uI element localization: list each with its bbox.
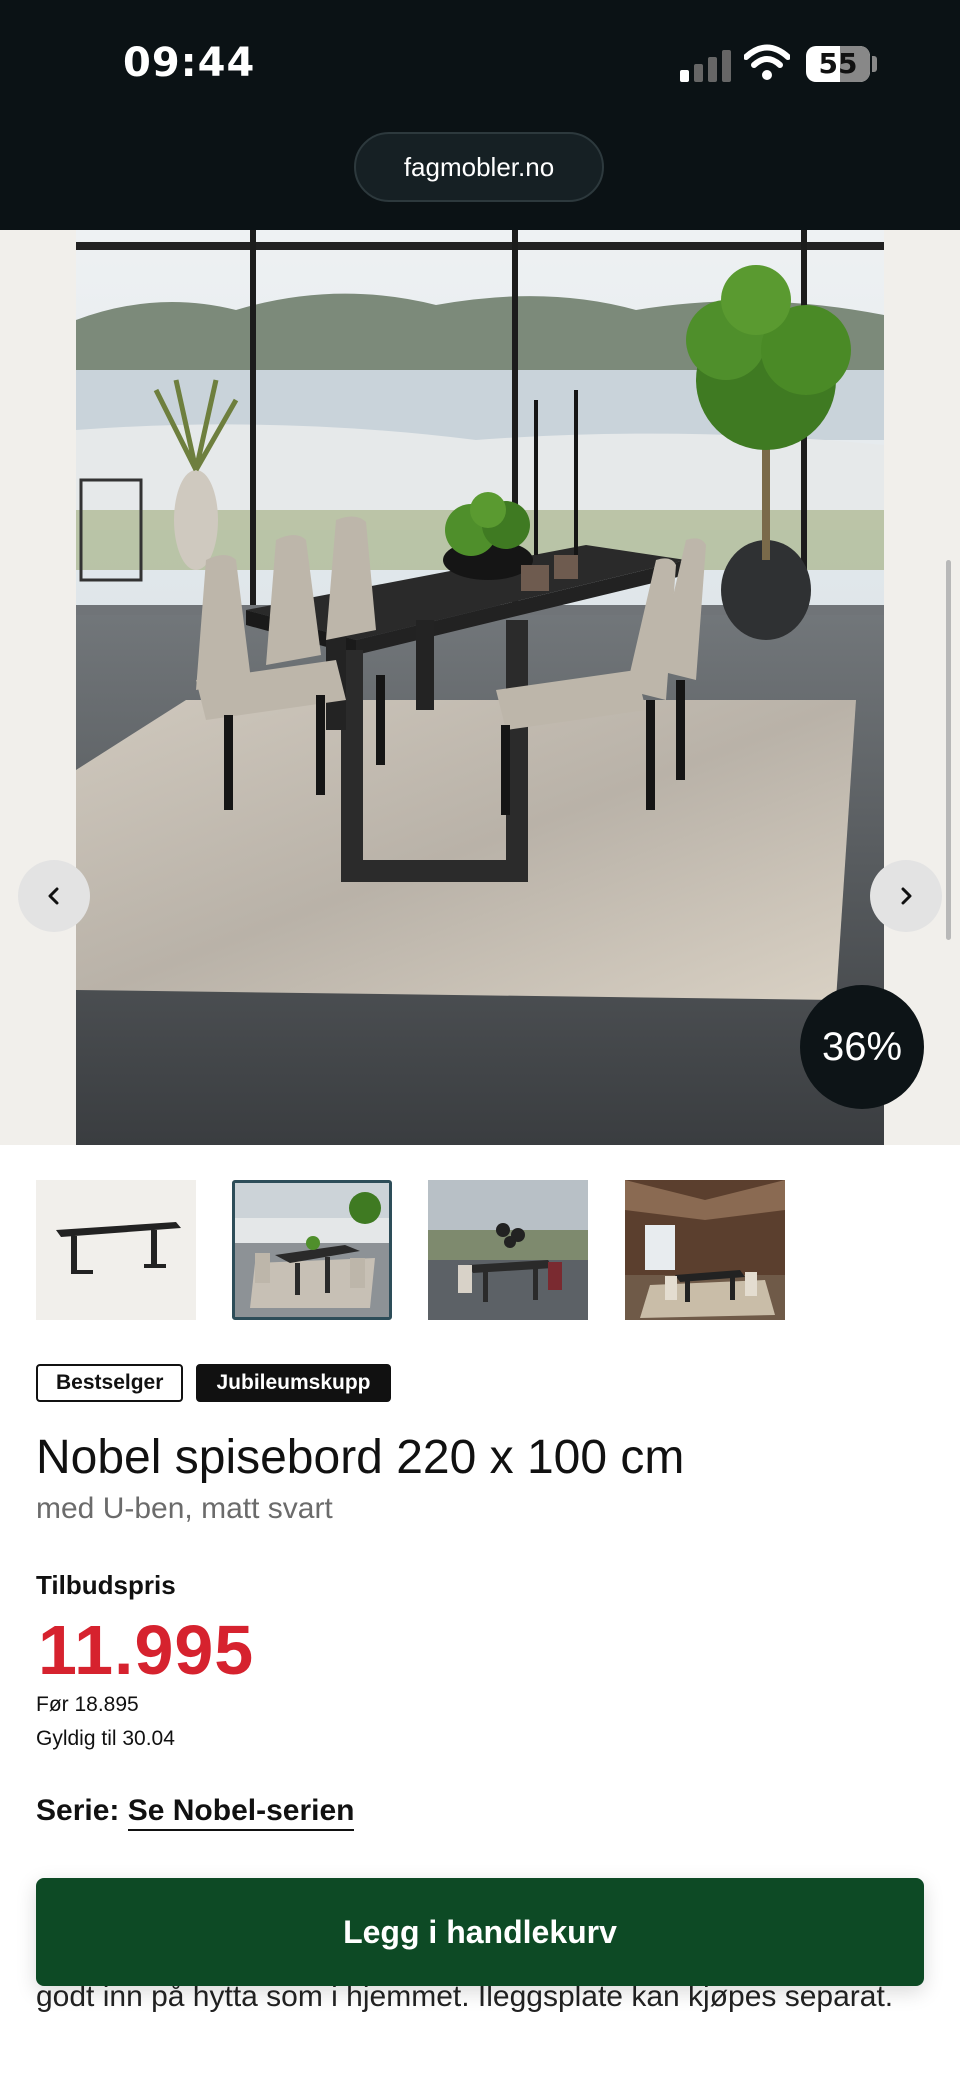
offer-valid-until: Gyldig til 30.04	[36, 1727, 175, 1750]
badge-campaign: Jubileumskupp	[196, 1364, 391, 1402]
product-subtitle: med U-ben, matt svart	[36, 1492, 333, 1525]
thumbnail-table[interactable]	[36, 1180, 196, 1320]
thumbnail-strip	[36, 1180, 936, 1322]
series-link[interactable]: Se Nobel-serien	[127, 1794, 355, 1831]
wifi-icon	[744, 44, 790, 80]
battery-tip	[872, 56, 877, 72]
offer-price: 11.995	[38, 1611, 255, 1689]
thumbnail-dining-lake[interactable]	[232, 1180, 392, 1320]
add-to-cart-button[interactable]: Legg i handlekurv	[36, 1878, 924, 1986]
previous-image-button[interactable]	[18, 860, 90, 932]
battery-level: 55	[818, 47, 858, 80]
chevron-right-icon	[901, 887, 912, 905]
signal-icon	[680, 48, 734, 82]
next-image-button[interactable]	[870, 860, 942, 932]
series-label: Serie:	[36, 1794, 120, 1827]
thumbnail-dining-pendant[interactable]	[428, 1180, 588, 1320]
url-text: fagmobler.no	[403, 152, 555, 182]
product-title: Nobel spisebord 220 x 100 cm	[36, 1431, 685, 1484]
main-product-image[interactable]	[76, 230, 884, 1145]
thumbnail-cabin[interactable]	[625, 1180, 785, 1320]
scroll-indicator	[946, 560, 951, 940]
discount-badge: 36%	[800, 985, 924, 1109]
status-bar: 09:44 55 fagmobler.no	[0, 0, 960, 230]
battery-icon: 55	[806, 46, 870, 82]
badge-bestseller: Bestselger	[36, 1364, 184, 1402]
product-badges: Bestselger Jubileumskupp	[36, 1364, 399, 1402]
series-row: Serie: Se Nobel-serien	[36, 1794, 355, 1831]
chevron-left-icon	[48, 887, 59, 905]
status-time: 09:44	[123, 40, 256, 86]
offer-price-label: Tilbudspris	[36, 1570, 176, 1600]
url-bar[interactable]: fagmobler.no	[354, 132, 604, 202]
previous-price: Før 18.895	[36, 1693, 139, 1716]
